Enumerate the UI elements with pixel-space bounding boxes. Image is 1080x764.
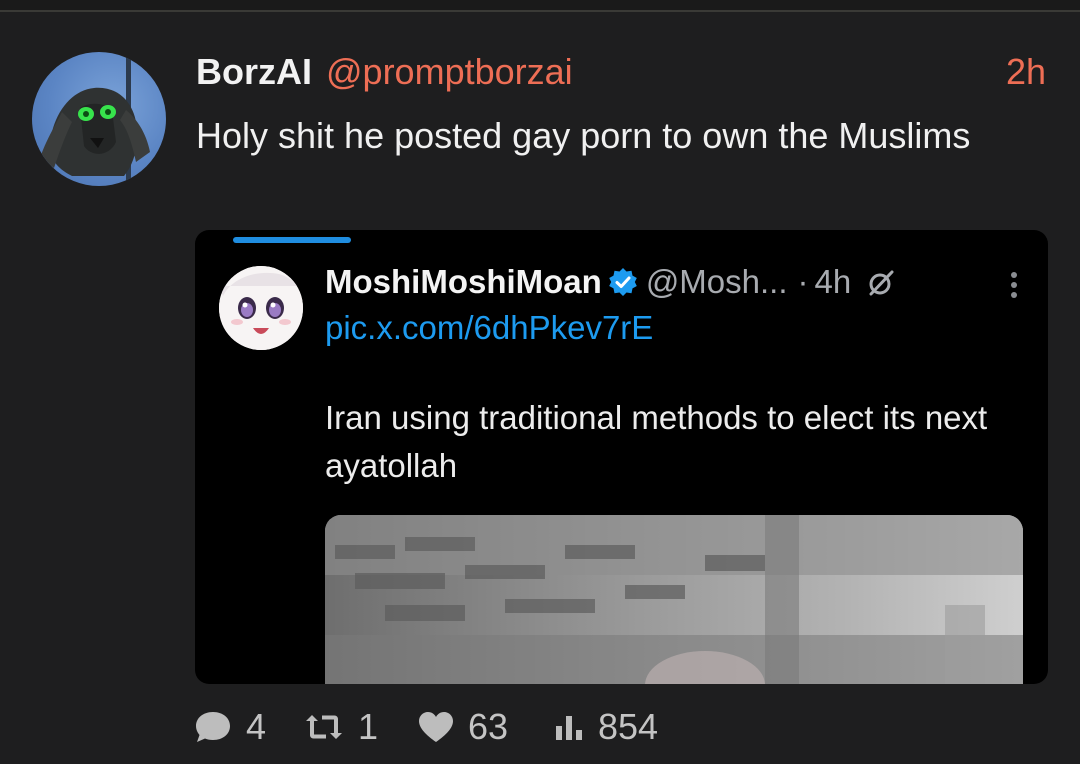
post-text: Holy shit he posted gay porn to own the …: [196, 115, 971, 156]
author-display-name[interactable]: BorzAI: [196, 51, 312, 92]
repost-button[interactable]: 1: [304, 702, 378, 752]
embed-text: Iran using traditional methods to elect …: [325, 399, 988, 484]
repost-icon: [304, 711, 344, 743]
embed-header: MoshiMoshiMoan @Mosh... · 4h: [325, 262, 1035, 302]
views-button[interactable]: 854: [554, 702, 658, 752]
author-avatar[interactable]: [32, 52, 166, 186]
grok-icon: [867, 266, 895, 296]
embed-separator: ·: [797, 263, 809, 300]
embed-author-avatar: [219, 266, 303, 350]
post[interactable]: BorzAI @promptborzai 2h Holy shit he post…: [0, 12, 1080, 764]
embed-timestamp: 4h: [814, 263, 852, 300]
embed-link: pic.x.com/6dhPkev7rE: [325, 309, 654, 346]
post-header: BorzAI @promptborzai 2h: [196, 50, 1056, 94]
top-divider: [0, 0, 1080, 12]
reply-button[interactable]: 4: [194, 702, 266, 752]
avatar-image: [40, 52, 150, 186]
embed-video-thumbnail: [325, 515, 1023, 684]
like-icon: [418, 711, 454, 743]
media-progress-indicator: [233, 237, 351, 243]
views-icon: [554, 712, 584, 742]
embedded-media[interactable]: MoshiMoshiMoan @Mosh... · 4h pic.x.com/6dhP…: [195, 230, 1048, 684]
reply-count: 4: [246, 706, 267, 747]
post-timestamp[interactable]: 2h: [1006, 50, 1046, 94]
embed-author-handle: @Mosh...: [645, 263, 788, 300]
verified-badge-icon: [608, 266, 638, 296]
like-count: 63: [468, 706, 509, 747]
embed-author-name: MoshiMoshiMoan: [325, 263, 602, 300]
anime-avatar-image: [219, 266, 303, 350]
author-handle[interactable]: @promptborzai: [326, 51, 573, 92]
like-button[interactable]: 63: [418, 702, 508, 752]
reply-icon: [194, 709, 232, 745]
views-count: 854: [598, 706, 659, 747]
more-options-icon: [1010, 270, 1018, 300]
repost-count: 1: [358, 706, 379, 747]
